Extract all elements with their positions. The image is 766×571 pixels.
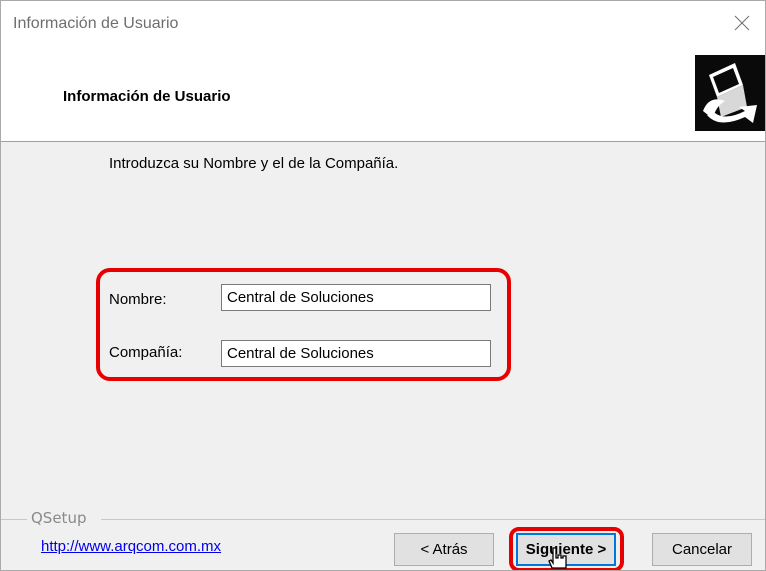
page-title: Información de Usuario bbox=[63, 88, 231, 105]
computer-setup-icon bbox=[695, 55, 765, 131]
cancel-button[interactable]: Cancelar bbox=[652, 533, 752, 566]
hand-cursor-icon bbox=[548, 547, 567, 569]
intro-text: Introduzca su Nombre y el de la Compañía… bbox=[109, 155, 399, 172]
close-icon bbox=[734, 15, 750, 31]
fields-highlight bbox=[96, 268, 511, 381]
setup-dialog: Información de Usuario Información de Us… bbox=[0, 0, 766, 571]
title-bar: Información de Usuario bbox=[1, 1, 765, 45]
back-button[interactable]: < Atrás bbox=[394, 533, 494, 566]
group-divider bbox=[101, 519, 765, 520]
wizard-header: Información de Usuario bbox=[1, 45, 765, 142]
window-title: Información de Usuario bbox=[13, 15, 179, 32]
close-button[interactable] bbox=[719, 1, 765, 45]
website-link[interactable]: http://www.arqcom.com.mx bbox=[41, 538, 221, 555]
group-divider-left bbox=[1, 519, 27, 520]
group-label: QSetup bbox=[31, 509, 87, 527]
